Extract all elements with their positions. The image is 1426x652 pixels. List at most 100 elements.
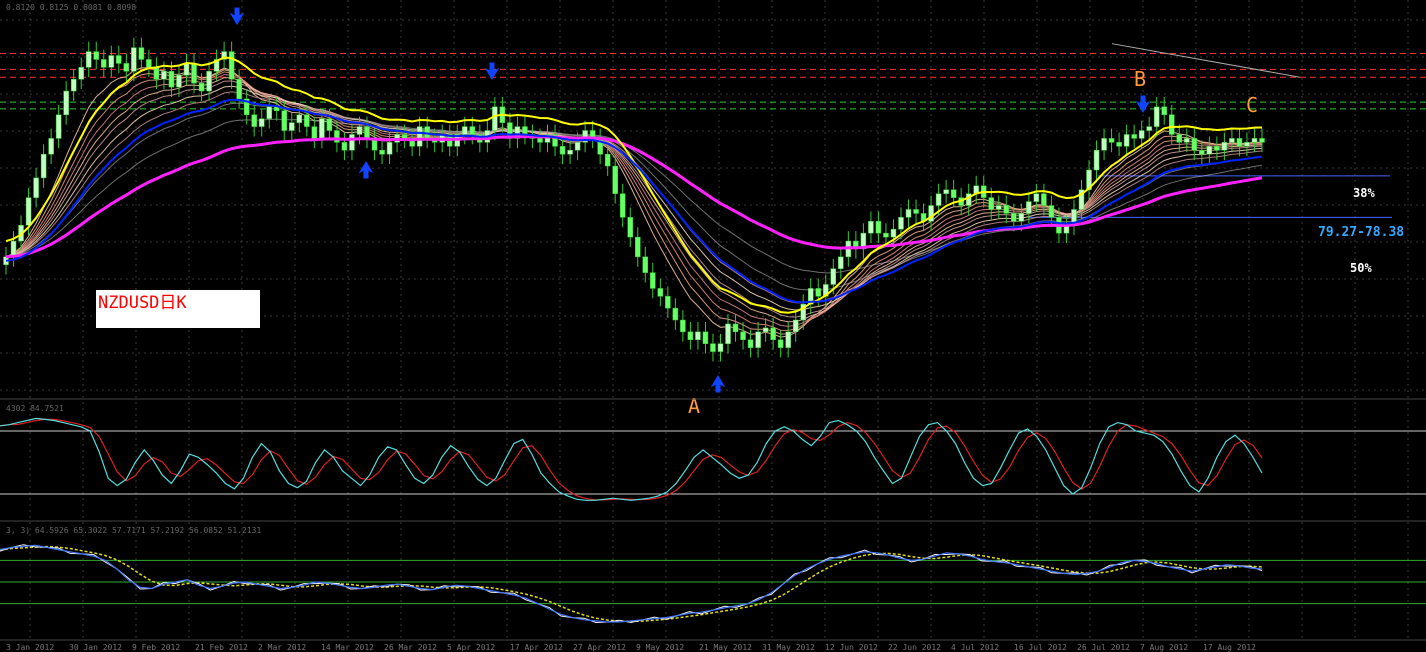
candle-body xyxy=(905,209,912,218)
candle-body xyxy=(838,256,844,269)
candle-body xyxy=(1048,205,1055,218)
candle-body xyxy=(1153,106,1160,127)
candle-body xyxy=(296,114,303,123)
candle-body xyxy=(198,82,205,92)
candle-body xyxy=(913,209,919,214)
candle-body xyxy=(762,327,769,333)
candle-body xyxy=(319,118,325,139)
candle-body xyxy=(85,51,92,68)
candle-body xyxy=(1041,193,1047,206)
x-tick-label: 30 Jan 2012 xyxy=(69,643,122,652)
candle-body xyxy=(416,126,423,147)
candle-body xyxy=(680,319,686,333)
candle-body xyxy=(70,78,77,92)
candle-body xyxy=(1116,142,1122,147)
candle-body xyxy=(1236,138,1243,147)
annotation-b: B xyxy=(1134,67,1146,91)
symbol-label: NZDUSD日K xyxy=(98,293,187,313)
candle-body xyxy=(537,138,543,143)
candle-body xyxy=(63,90,69,115)
candle-body xyxy=(785,331,791,348)
candle-body xyxy=(206,71,212,92)
candle-body xyxy=(755,331,761,348)
price-panel-header: 0.8120 0.8125 0.8081 0.8098 xyxy=(6,3,136,12)
candle-body xyxy=(40,153,47,179)
candle-body xyxy=(943,189,949,194)
candle-body xyxy=(740,331,746,340)
candle-body xyxy=(1138,130,1145,139)
candle-body xyxy=(1191,138,1198,151)
x-tick-label: 17 Aug 2012 xyxy=(1203,643,1256,652)
candle-body xyxy=(25,197,32,226)
candle-body xyxy=(830,268,837,285)
candle-body xyxy=(574,142,581,151)
candle-body xyxy=(401,134,408,139)
candle-body xyxy=(334,130,340,143)
candle-body xyxy=(1108,138,1115,143)
candle-body xyxy=(191,63,197,84)
candle-body xyxy=(875,221,882,234)
candle-body xyxy=(1131,134,1137,139)
candle-body xyxy=(657,288,664,297)
candle-body xyxy=(386,142,393,155)
candle-body xyxy=(1206,146,1213,155)
candle-body xyxy=(1259,138,1265,143)
candle-body xyxy=(710,343,716,352)
candle-body xyxy=(258,118,265,127)
candle-body xyxy=(695,331,701,340)
x-tick-label: 21 May 2012 xyxy=(699,643,752,652)
candle-body xyxy=(1251,138,1258,143)
x-tick-label: 31 May 2012 xyxy=(762,643,815,652)
candle-body xyxy=(183,63,190,76)
x-tick-label: 9 May 2012 xyxy=(636,643,684,652)
candle-body xyxy=(492,106,498,131)
candle-body xyxy=(665,296,671,309)
candle-body xyxy=(1033,193,1040,202)
candle-body xyxy=(642,256,649,273)
candle-body xyxy=(604,153,611,167)
candle-body xyxy=(1244,142,1250,147)
candle-body xyxy=(146,59,152,68)
candle-body xyxy=(567,150,573,155)
x-tick-label: 26 Jul 2012 xyxy=(1077,643,1130,652)
candle-body xyxy=(138,47,145,60)
candle-body xyxy=(379,150,385,155)
candle-body xyxy=(469,126,476,135)
candle-body xyxy=(304,114,310,127)
candle-body xyxy=(559,146,566,155)
candle-body xyxy=(725,323,731,344)
candle-body xyxy=(176,75,182,88)
annotation-c: C xyxy=(1246,93,1258,117)
x-tick-label: 7 Aug 2012 xyxy=(1140,643,1188,652)
x-tick-label: 16 Jul 2012 xyxy=(1014,643,1067,652)
candle-body xyxy=(281,110,288,131)
candle-body xyxy=(289,122,295,131)
candle-body xyxy=(123,63,130,72)
x-tick-label: 21 Feb 2012 xyxy=(195,643,248,652)
candle-body xyxy=(161,71,167,80)
candle-body xyxy=(732,323,739,333)
candle-body xyxy=(55,114,62,139)
candle-body xyxy=(251,114,257,127)
candle-body xyxy=(1011,213,1017,222)
x-tick-label: 3 Jan 2012 xyxy=(6,643,54,652)
candle-body xyxy=(356,126,363,135)
x-tick-label: 27 Apr 2012 xyxy=(573,643,626,652)
candle-body xyxy=(770,327,776,340)
candle-body xyxy=(619,193,626,218)
candle-body xyxy=(612,165,618,194)
candle-body xyxy=(1168,114,1175,135)
candle-body xyxy=(883,232,889,238)
candle-body xyxy=(93,51,100,60)
candle-body xyxy=(792,319,799,333)
candle-body xyxy=(33,177,39,198)
candle-body xyxy=(1003,205,1010,214)
candle-body xyxy=(1214,146,1220,151)
candle-body xyxy=(672,307,679,321)
candle-body xyxy=(1026,201,1032,214)
candle-body xyxy=(1221,142,1228,151)
candle-body xyxy=(1161,106,1167,115)
x-tick-label: 22 Jun 2012 xyxy=(888,643,941,652)
candle-body xyxy=(717,343,724,352)
candle-body xyxy=(935,193,942,206)
